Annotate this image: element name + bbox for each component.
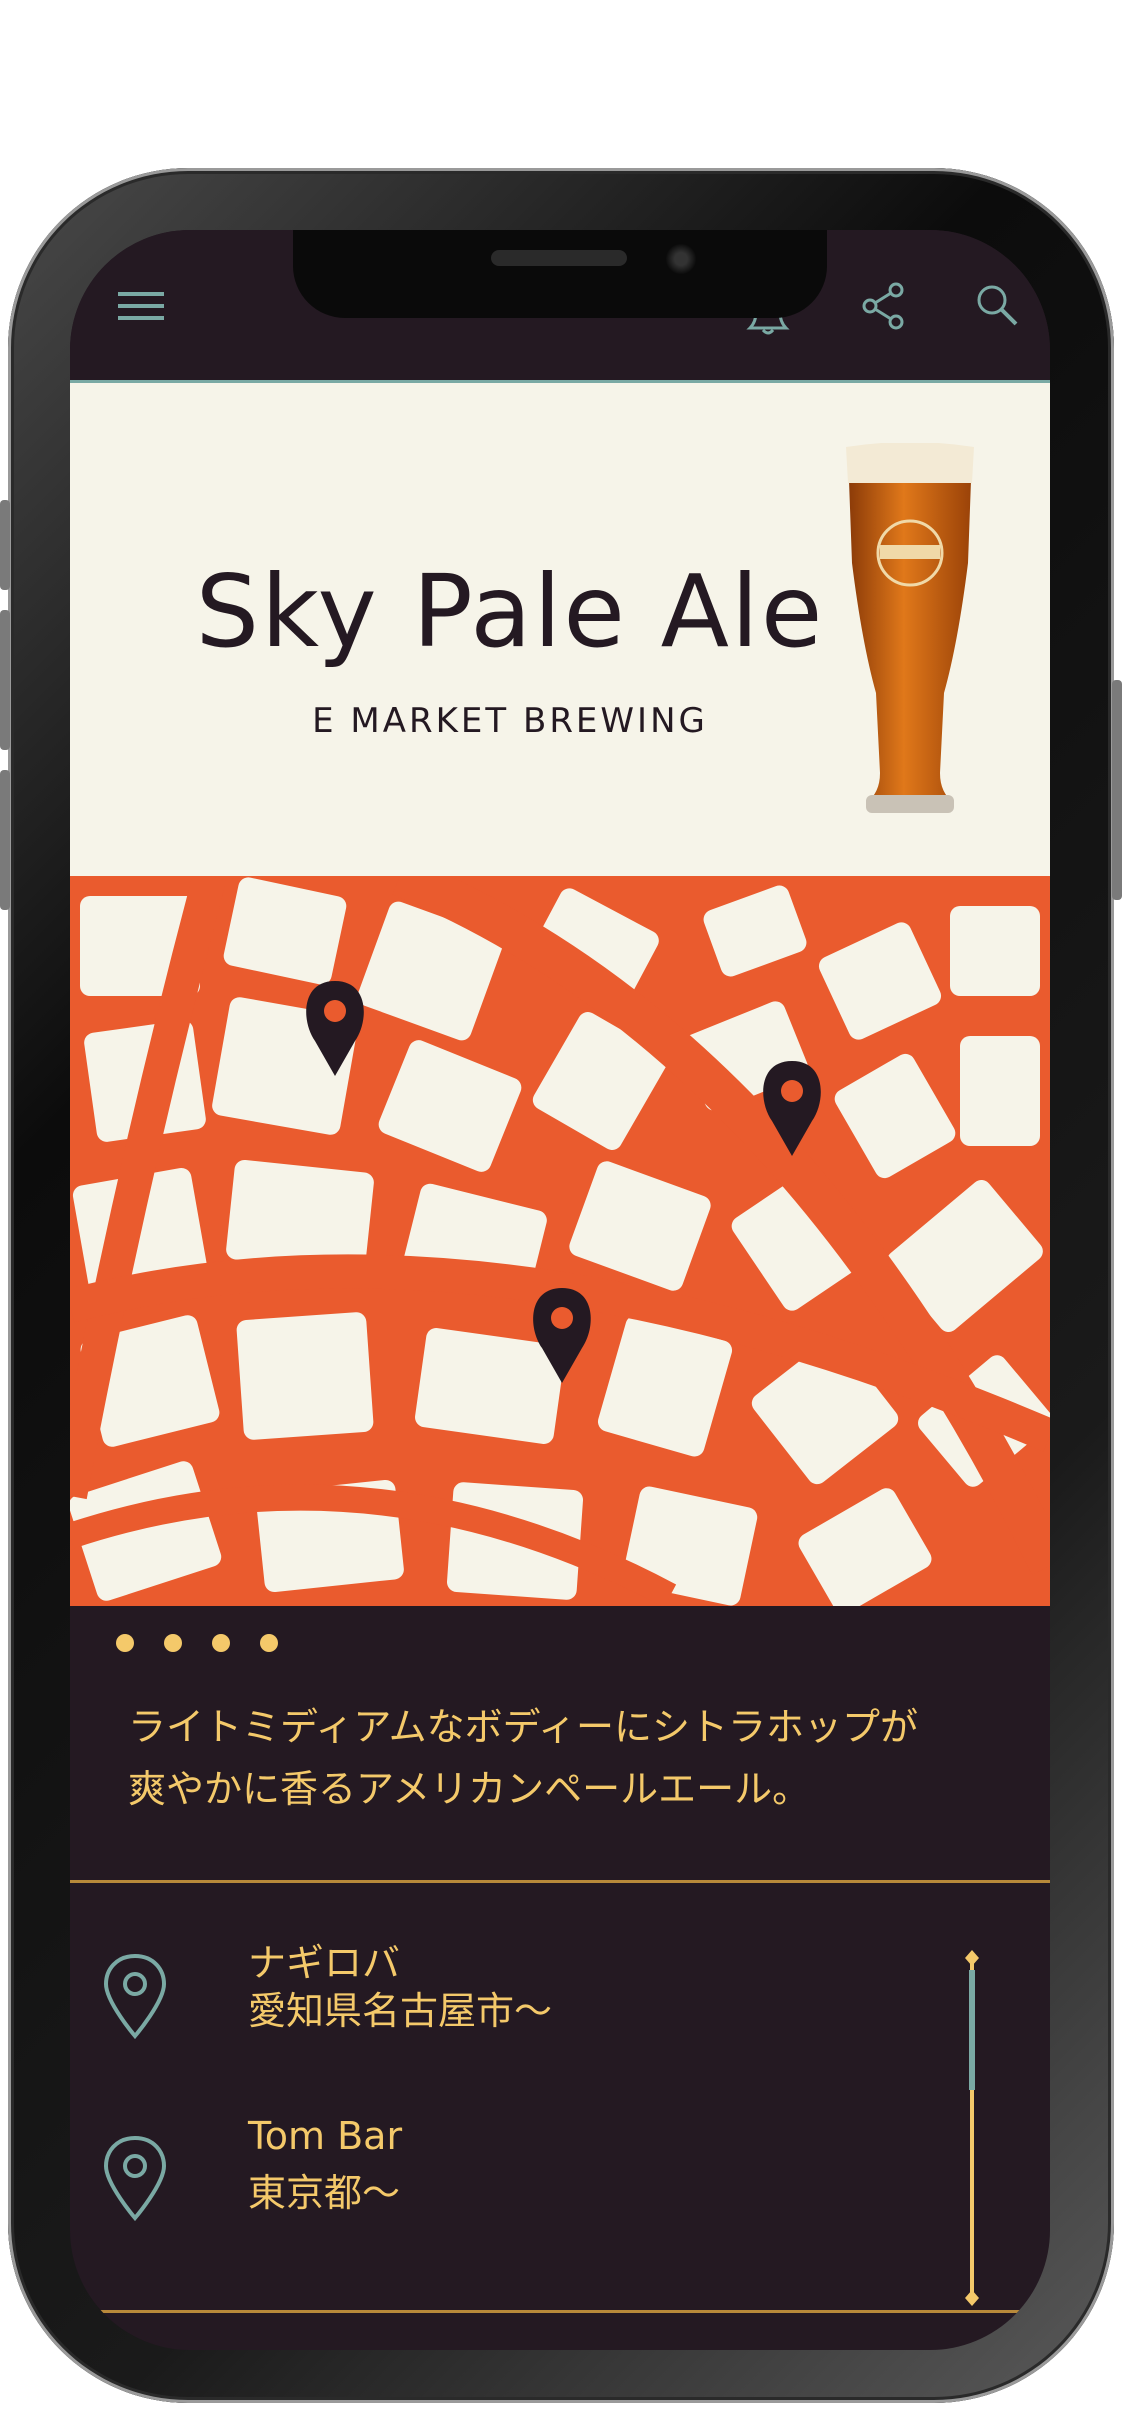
product-name: Sky Pale Ale [195, 553, 825, 670]
product-description: ライトミディアムなボディーにシトラホップが 爽やかに香るアメリカンペールエール。 [128, 1696, 1008, 1820]
volume-down-button-2 [0, 770, 10, 910]
location-pin-icon [102, 2134, 168, 2224]
store-map[interactable] [70, 876, 1050, 1606]
volume-down-button [0, 610, 10, 750]
carousel-dot[interactable] [260, 1634, 278, 1652]
carousel-dot[interactable] [212, 1634, 230, 1652]
description-section: ライトミディアムなボディーにシトラホップが 爽やかに香るアメリカンペールエール。 [70, 1606, 1050, 1880]
section-divider [70, 2310, 1050, 2313]
hamburger-menu-icon[interactable] [116, 280, 168, 332]
description-line: 爽やかに香るアメリカンペールエール。 [128, 1767, 811, 1811]
brewery-name: E MARKET BREWING [312, 701, 708, 741]
product-hero: Sky Pale Ale E MARKET BREWING [70, 383, 1050, 876]
location-list-scrollbar[interactable] [965, 1950, 979, 2306]
location-name: Tom Bar [248, 2114, 403, 2158]
location-area: 東京都〜 [248, 2171, 401, 2215]
section-divider [70, 1880, 1050, 1883]
location-pin-icon [102, 1952, 168, 2042]
phone-notch [293, 230, 827, 318]
location-item[interactable]: Tom Bar 東京都〜 [70, 2114, 970, 2264]
share-icon[interactable] [858, 280, 910, 332]
location-item[interactable]: ナギロバ 愛知県名古屋市〜 [70, 1932, 970, 2082]
carousel-dot[interactable] [164, 1634, 182, 1652]
power-button [1112, 680, 1122, 900]
carousel-indicator[interactable] [116, 1634, 278, 1652]
location-name: ナギロバ [248, 1941, 401, 1985]
earpiece-speaker [491, 250, 627, 266]
beer-glass-image [840, 442, 980, 823]
search-icon[interactable] [972, 280, 1024, 332]
front-camera [666, 244, 696, 274]
location-area: 愛知県名古屋市〜 [248, 1989, 553, 2033]
carousel-dot[interactable] [116, 1634, 134, 1652]
volume-up-button [0, 500, 10, 590]
description-line: ライトミディアムなボディーにシトラホップが [128, 1705, 919, 1749]
app-screen: Sky Pale Ale E MARKET BREWING ライトミディアムなボ… [70, 230, 1050, 2350]
